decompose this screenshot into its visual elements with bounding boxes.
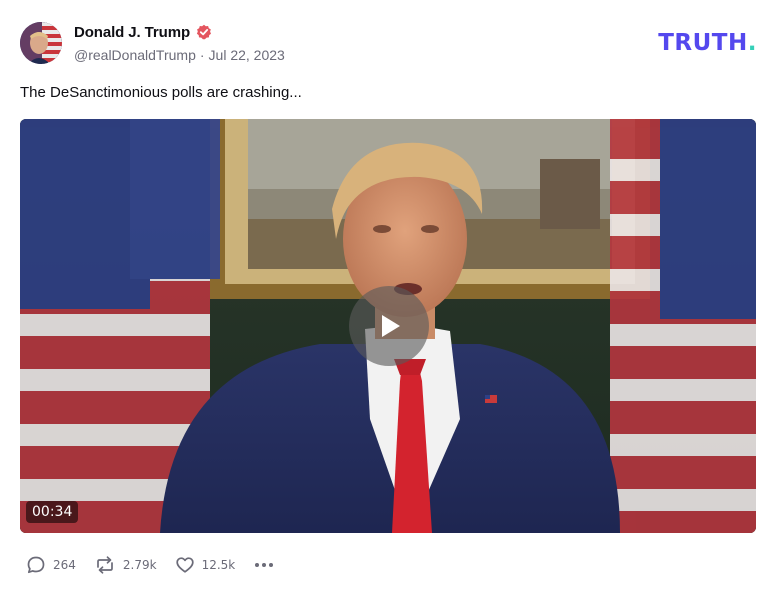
logo-dot: . [747, 30, 757, 56]
like-count: 12.5k [201, 558, 236, 572]
like-button[interactable]: 12.5k [175, 555, 236, 575]
truth-logo[interactable]: TRUTH. [658, 30, 757, 56]
retruth-button[interactable]: 2.79k [94, 555, 157, 575]
post-meta: @realDonaldTrump · Jul 22, 2023 [74, 47, 285, 63]
author-block: Donald J. Trump @realDonaldTrump · Jul 2… [74, 22, 285, 64]
avatar[interactable] [20, 22, 62, 64]
handle[interactable]: @realDonaldTrump [74, 47, 196, 63]
post-text: The DeSanctimonious polls are crashing..… [20, 84, 302, 101]
action-bar: 264 2.79k 12.5k [26, 554, 275, 576]
repost-arrows-icon [97, 556, 113, 574]
speech-bubble-icon [27, 556, 45, 574]
display-name[interactable]: Donald J. Trump [74, 24, 190, 41]
verified-badge-icon [196, 24, 212, 40]
reply-button[interactable]: 264 [26, 555, 76, 575]
truth-post: Donald J. Trump @realDonaldTrump · Jul 2… [0, 0, 777, 595]
play-button[interactable] [349, 286, 429, 366]
ellipsis-dot [255, 563, 260, 567]
ellipsis-dot [269, 563, 274, 567]
heart-icon [175, 557, 194, 573]
logo-wordmark: TRUTH [658, 30, 748, 56]
ellipsis-icon[interactable] [253, 563, 275, 567]
reply-count: 264 [53, 558, 76, 572]
video-player[interactable]: 00:34 [20, 119, 756, 533]
play-icon [382, 315, 400, 337]
meta-separator: · [199, 47, 205, 63]
ellipsis-dot [262, 563, 267, 567]
video-duration: 00:34 [26, 501, 79, 523]
post-date[interactable]: Jul 22, 2023 [209, 47, 285, 63]
retruth-count: 2.79k [122, 558, 157, 572]
